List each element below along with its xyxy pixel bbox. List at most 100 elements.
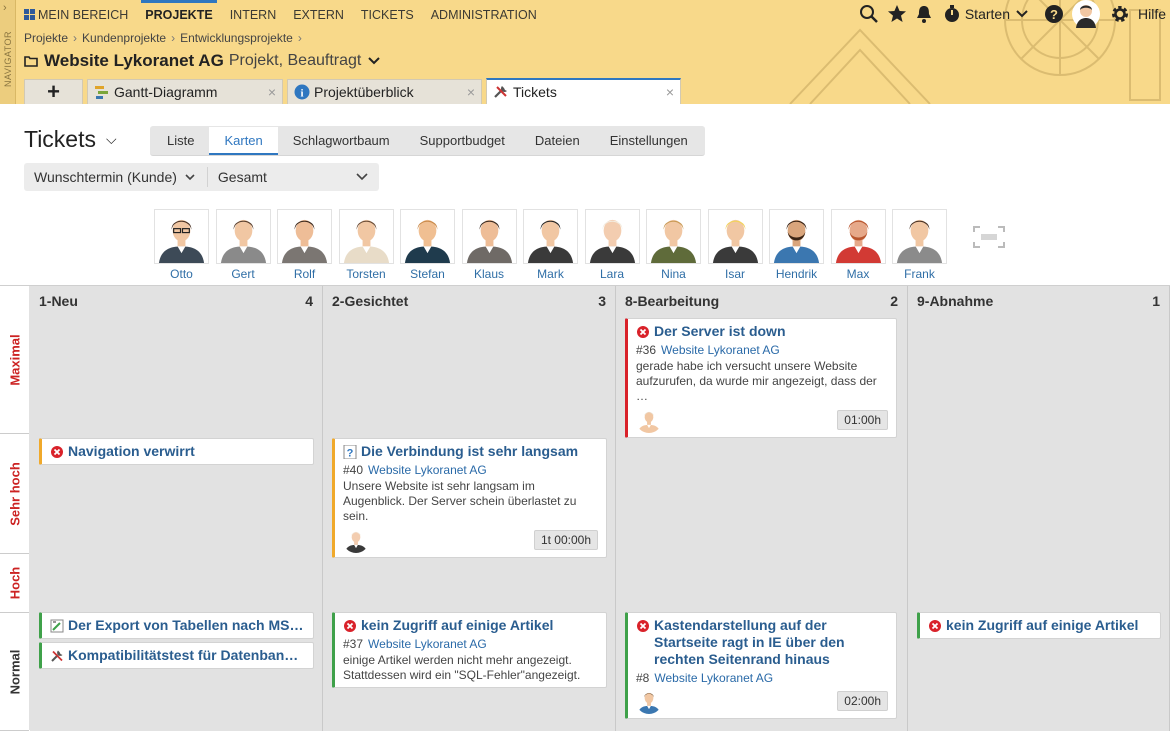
ticket-id: #36	[636, 343, 657, 357]
close-icon[interactable]: ×	[268, 84, 276, 100]
nav-item-administration[interactable]: ADMINISTRATION	[431, 0, 537, 30]
filter-value-select[interactable]: Gesamt	[208, 169, 379, 185]
ticket-project-link[interactable]: Website Lykoranet AG	[654, 671, 773, 685]
avatar-image	[278, 210, 331, 263]
top-navigation: MEIN BEREICH PROJEKTE INTERN EXTERN TICKETS A…	[24, 0, 554, 30]
avatar-image	[401, 210, 454, 263]
avatar	[707, 209, 763, 264]
svg-text:?: ?	[1050, 7, 1058, 22]
person-mark[interactable]: Mark	[523, 209, 578, 281]
tab-label: Projektüberblick	[314, 84, 414, 100]
ticket-card[interactable]: ? Die Verbindung ist sehr langsam #40 Websi…	[332, 438, 607, 558]
star-icon[interactable]	[887, 4, 907, 24]
person-max[interactable]: Max	[830, 209, 886, 281]
lane-maximal: Maximal	[0, 286, 29, 434]
view-tab-karten[interactable]: Karten	[209, 126, 278, 155]
view-tab-dateien[interactable]: Dateien	[520, 127, 595, 155]
person-hendrik[interactable]: Hendrik	[769, 209, 824, 281]
assignee-avatar[interactable]	[636, 688, 662, 714]
user-avatar[interactable]	[1071, 0, 1100, 28]
view-tab-supportbudget[interactable]: Supportbudget	[405, 127, 520, 155]
avatar	[215, 209, 271, 264]
tab-label: Gantt-Diagramm	[114, 84, 218, 100]
chevron-down-icon[interactable]	[366, 53, 382, 69]
error-icon	[343, 619, 357, 633]
column-header: 8-Bearbeitung 2	[625, 293, 898, 309]
person-gert[interactable]: Gert	[215, 209, 271, 281]
person-name: Hendrik	[775, 267, 818, 281]
person-stefan[interactable]: Stefan	[400, 209, 455, 281]
ticket-card[interactable]: kein Zugriff auf einige Artikel #37 Websit…	[332, 612, 607, 688]
ticket-description: einige Artikel werden nicht mehr angezei…	[343, 653, 581, 682]
help-icon[interactable]: ?	[1044, 4, 1064, 24]
tools-icon	[51, 650, 63, 662]
tab-label: Tickets	[513, 84, 557, 100]
nav-item-extern[interactable]: EXTERN	[293, 0, 344, 30]
ticket-card[interactable]: Navigation verwirrt	[39, 438, 314, 465]
ticket-title[interactable]: kein Zugriff auf einige Artikel	[343, 617, 598, 634]
project-title: Website Lykoranet AG Projekt, Beauftragt	[24, 51, 382, 71]
assignee-avatar[interactable]	[636, 407, 662, 433]
ticket-title[interactable]: Der Server ist down	[636, 323, 888, 340]
tab-gantt-diagramm[interactable]: Gantt-Diagramm ×	[87, 79, 283, 104]
bell-icon[interactable]	[915, 4, 933, 24]
ticket-card[interactable]: Der Export von Tabellen nach MS…	[39, 612, 314, 639]
person-lara[interactable]: Lara	[584, 209, 640, 281]
ticket-title[interactable]: Kastendarstellung auf der Startseite rag…	[636, 617, 888, 668]
column-title: 9-Abnahme	[917, 293, 994, 309]
breadcrumb-item[interactable]: Entwicklungsprojekte	[180, 31, 293, 45]
ticket-title[interactable]: Kompatibilitätstest für Datenban…	[50, 647, 305, 664]
navigator-toggle[interactable]: › NAVIGATOR	[0, 0, 16, 104]
filter-field-select[interactable]: Wunschtermin (Kunde)	[24, 167, 208, 187]
person-rolf[interactable]: Rolf	[277, 209, 332, 281]
avatar-image	[462, 210, 516, 263]
person-klaus[interactable]: Klaus	[461, 209, 517, 281]
person-nina[interactable]: Nina	[646, 209, 701, 281]
avatar	[830, 209, 886, 264]
tab-projektüberblick[interactable]: i Projektüberblick ×	[287, 79, 482, 104]
view-tab-einstellungen[interactable]: Einstellungen	[595, 127, 703, 155]
ticket-project-link[interactable]: Website Lykoranet AG	[368, 463, 487, 477]
ticket-project-link[interactable]: Website Lykoranet AG	[661, 343, 780, 357]
tab-tickets[interactable]: Tickets ×	[486, 78, 681, 104]
search-icon[interactable]	[859, 4, 879, 24]
person-isar[interactable]: Isar	[707, 209, 763, 281]
ticket-card[interactable]: Kastendarstellung auf der Startseite rag…	[625, 612, 897, 719]
ticket-card[interactable]: Der Server ist down #36 Website Lykoranet …	[625, 318, 897, 438]
people-filter: Otto Gert Rolf Torsten Stefan Klaus Mark Lara Ni…	[154, 209, 954, 281]
person-otto[interactable]: Otto	[154, 209, 209, 281]
nav-item-projekte[interactable]: PROJEKTE	[141, 0, 218, 30]
ticket-title[interactable]: Der Export von Tabellen nach MS…	[50, 617, 305, 634]
person-torsten[interactable]: Torsten	[338, 209, 394, 281]
ticket-title[interactable]: ? Die Verbindung ist sehr langsam	[343, 443, 598, 460]
nav-item-intern[interactable]: INTERN	[230, 0, 277, 30]
expand-icon[interactable]	[972, 225, 1006, 249]
ticket-card[interactable]: kein Zugriff auf einige Artikel	[917, 612, 1161, 639]
lane-hoch: Hoch	[0, 554, 29, 613]
breadcrumb-item[interactable]: Projekte	[24, 31, 68, 45]
view-tab-liste[interactable]: Liste	[152, 127, 209, 155]
gear-icon[interactable]	[1110, 4, 1130, 24]
close-icon[interactable]: ×	[666, 84, 674, 100]
ticket-title[interactable]: kein Zugriff auf einige Artikel	[928, 617, 1152, 634]
stopwatch-icon	[944, 5, 959, 22]
view-tab-schlagwortbaum[interactable]: Schlagwortbaum	[278, 127, 405, 155]
ticket-id: #40	[343, 463, 364, 477]
assignee-avatar[interactable]	[343, 527, 369, 553]
add-tab-button[interactable]: +	[24, 79, 83, 104]
ticket-project-link[interactable]: Website Lykoranet AG	[368, 637, 487, 651]
ticket-card[interactable]: Kompatibilitätstest für Datenban…	[39, 642, 314, 669]
page-title[interactable]: Tickets ⌵	[24, 126, 117, 153]
avatar	[338, 209, 394, 264]
help-link[interactable]: Hilfe	[1138, 6, 1166, 22]
breadcrumb-item[interactable]: Kundenprojekte	[82, 31, 166, 45]
person-name: Lara	[599, 267, 625, 281]
person-name: Klaus	[473, 267, 505, 281]
close-icon[interactable]: ×	[467, 84, 475, 100]
edit-icon	[50, 619, 64, 633]
nav-item-mein-bereich[interactable]: MEIN BEREICH	[24, 0, 128, 30]
start-menu[interactable]: Starten	[943, 4, 1030, 24]
nav-item-tickets[interactable]: TICKETS	[361, 0, 414, 30]
person-frank[interactable]: Frank	[892, 209, 947, 281]
ticket-title[interactable]: Navigation verwirrt	[50, 443, 305, 460]
